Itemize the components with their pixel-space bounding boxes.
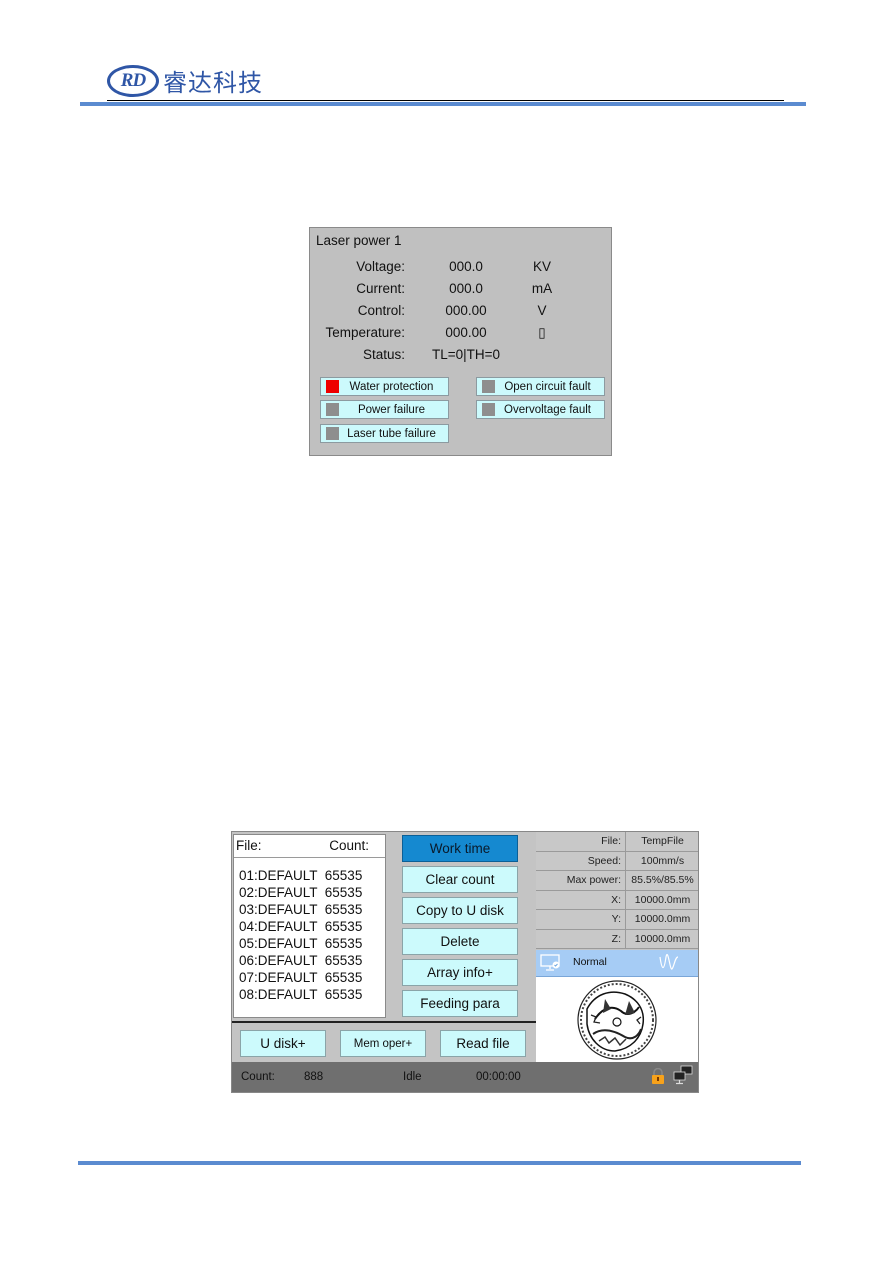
status-bar: Count: 888 Idle 00:00:00 (232, 1062, 698, 1092)
fault-indicator-on (326, 380, 339, 393)
info-key: Y: (536, 910, 626, 929)
info-key: Z: (536, 929, 626, 948)
array-info-button[interactable]: Array info+ (402, 959, 518, 986)
temperature-unit: ▯ (538, 325, 546, 340)
read-file-button[interactable]: Read file (440, 1030, 526, 1057)
header-rule-blue (80, 102, 806, 106)
file-info-table: File: TempFile Speed: 100mm/s Max power: 85… (536, 832, 698, 949)
fault-laser-tube: Laser tube failure (320, 424, 449, 443)
elapsed-time: 00:00:00 (476, 1071, 521, 1083)
info-value: 10000.0mm (634, 893, 691, 906)
control-row: Control: 000.00 V (310, 303, 611, 323)
list-item[interactable]: 08:DEFAULT 65535 (239, 986, 362, 1003)
fault-overvoltage: Overvoltage fault (476, 400, 605, 419)
file-list[interactable]: File: Count: 01:DEFAULT 65535 02:DEFAULT… (233, 834, 386, 1018)
fault-indicator-off (326, 403, 339, 416)
list-item[interactable]: 07:DEFAULT 65535 (239, 969, 362, 986)
control-value: 000.00 (445, 303, 487, 318)
fault-indicator-off (482, 403, 495, 416)
info-value: TempFile (641, 835, 684, 847)
fault-label: Overvoltage fault (504, 403, 591, 416)
file-list-header: File: Count: (234, 835, 385, 858)
fault-label: Laser tube failure (347, 427, 436, 440)
current-label: Current: (356, 281, 405, 296)
current-unit: mA (531, 281, 553, 296)
list-item[interactable]: 02:DEFAULT 65535 (239, 884, 362, 901)
voltage-row: Voltage: 000.0 KV (310, 259, 611, 279)
fault-label: Power failure (357, 403, 426, 416)
voltage-value: 000.0 (449, 259, 483, 274)
mode-bar: Normal (536, 950, 698, 977)
monitor-icon (540, 954, 562, 975)
temperature-label: Temperature: (325, 325, 405, 340)
rd-logo-mark: RD (107, 64, 159, 97)
list-item[interactable]: 06:DEFAULT 65535 (239, 952, 362, 969)
info-value: 85.5%/85.5% (631, 874, 694, 886)
fault-power-failure: Power failure (320, 400, 449, 419)
file-column-header: File: (236, 838, 262, 853)
divider (232, 1021, 536, 1023)
mode-label: Normal (573, 956, 607, 968)
voltage-label: Voltage: (356, 259, 405, 274)
info-row-max-power: Max power: 85.5%/85.5% (536, 871, 698, 891)
work-time-button[interactable]: Work time (402, 835, 518, 862)
clear-count-button[interactable]: Clear count (402, 866, 518, 893)
info-key: Max power: (536, 871, 626, 890)
status-label: Status: (362, 347, 405, 362)
fault-indicator-off (326, 427, 339, 440)
status-row: Status: TL=0|TH=0 (310, 347, 611, 367)
info-key: X: (536, 890, 626, 909)
info-row-file: File: TempFile (536, 832, 698, 852)
fault-indicator-off (482, 380, 495, 393)
info-value: 10000.0mm (634, 932, 691, 945)
fault-water-protection: Water protection (320, 377, 449, 396)
fault-label: Open circuit fault (504, 380, 591, 393)
control-label: Control: (357, 303, 405, 318)
machine-state: Idle (403, 1071, 422, 1083)
dragon-medallion-image (577, 980, 657, 1060)
status-value: TL=0|TH=0 (431, 347, 501, 362)
temperature-row: Temperature: 000.00 ▯ (310, 325, 611, 345)
list-item[interactable]: 05:DEFAULT 65535 (239, 935, 362, 952)
feeding-para-button[interactable]: Feeding para (402, 990, 518, 1017)
temperature-value: 000.00 (445, 325, 487, 340)
company-name: 睿达科技 (163, 69, 263, 97)
info-key: File: (536, 832, 626, 851)
lock-icon (651, 1067, 665, 1087)
current-row: Current: 000.0 mA (310, 281, 611, 301)
panel-title: Laser power 1 (316, 233, 402, 248)
company-logo: RD 睿达科技 (107, 63, 263, 98)
list-item[interactable]: 04:DEFAULT 65535 (239, 918, 362, 935)
control-unit: V (537, 303, 547, 318)
current-value: 000.0 (449, 281, 483, 296)
fault-label: Water protection (349, 380, 434, 393)
info-value: 10000.0mm (634, 913, 691, 925)
count-column-header: Count: (329, 838, 369, 853)
count-value: 888 (304, 1071, 324, 1083)
fault-open-circuit: Open circuit fault (476, 377, 605, 396)
list-item[interactable]: 01:DEFAULT 65535 (239, 867, 362, 884)
network-icon (673, 1065, 693, 1088)
header-rule-black (107, 100, 784, 101)
count-label: Count: (241, 1071, 275, 1083)
file-preview (536, 977, 698, 1062)
list-item[interactable]: 03:DEFAULT 65535 (239, 901, 362, 918)
waveform-icon (659, 953, 679, 976)
copy-to-u-disk-button[interactable]: Copy to U disk (402, 897, 518, 924)
u-disk-button[interactable]: U disk+ (240, 1030, 326, 1057)
main-ui-screen: File: Count: 01:DEFAULT 65535 02:DEFAULT… (231, 831, 699, 1093)
info-key: Speed: (536, 851, 626, 870)
mem-oper-button[interactable]: Mem oper+ (340, 1030, 426, 1057)
info-row-z: Z: 10000.0mm (536, 929, 698, 949)
voltage-unit: KV (532, 259, 551, 274)
info-row-speed: Speed: 100mm/s (536, 851, 698, 871)
info-row-x: X: 10000.0mm (536, 890, 698, 910)
info-value: 100mm/s (640, 854, 685, 867)
info-row-y: Y: 10000.0mm (536, 910, 698, 930)
delete-button[interactable]: Delete (402, 928, 518, 955)
laser-power-panel: Laser power 1 Voltage: 000.0 KV Current:… (309, 227, 612, 456)
footer-rule-blue (78, 1161, 801, 1165)
